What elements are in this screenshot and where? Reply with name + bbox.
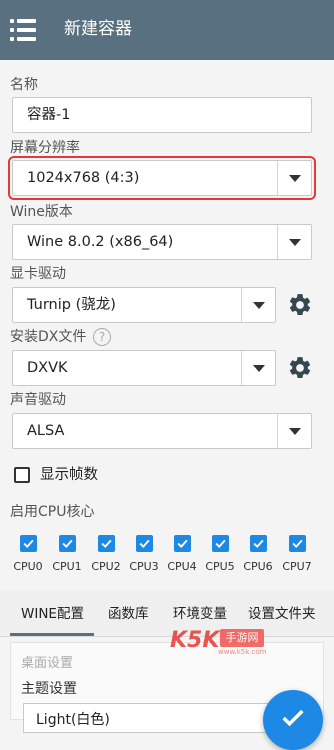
checkbox-checked-icon: [59, 535, 76, 552]
audio-driver-label: 声音驱动: [10, 392, 66, 408]
checkbox-checked-icon: [98, 535, 115, 552]
checkbox-checked-icon: [20, 535, 37, 552]
cpu-core-checkbox[interactable]: CPU0: [9, 535, 47, 579]
help-icon[interactable]: ?: [93, 328, 111, 346]
name-label: 名称: [10, 77, 38, 93]
cpu-core-list: CPU0 CPU1 CPU2 CPU3 CPU4 CPU5 CPU6 CPU7: [0, 535, 334, 580]
confirm-button[interactable]: [263, 690, 323, 750]
tab-settings-folder[interactable]: 设置文件夹: [248, 602, 316, 622]
wine-version-value: Wine 8.0.2 (x86_64): [27, 234, 174, 250]
cpu-core-checkbox[interactable]: CPU3: [125, 535, 163, 579]
checkbox-checked-icon: [174, 535, 191, 552]
checkbox-checked-icon: [250, 535, 267, 552]
tab-env-vars[interactable]: 环境变量: [173, 602, 227, 622]
audio-driver-value: ALSA: [27, 423, 65, 439]
chevron-down-icon: [277, 161, 311, 195]
name-value: 容器-1: [27, 107, 71, 123]
gear-icon[interactable]: [287, 355, 313, 381]
resolution-value: 1024x768 (4:3): [27, 170, 140, 186]
cpu-cores-label: 启用CPU核心: [10, 504, 95, 520]
dx-wrapper-label: 安装DX文件: [10, 329, 87, 345]
hamburger-menu-icon[interactable]: [10, 19, 36, 41]
chevron-down-icon: [277, 414, 311, 448]
checkbox-checked-icon: [136, 535, 153, 552]
app-bar: 新建容器: [0, 0, 334, 60]
app-title: 新建容器: [64, 19, 132, 39]
show-fps-label: 显示帧数: [40, 467, 98, 483]
cpu-core-checkbox[interactable]: CPU2: [87, 535, 125, 579]
tab-libraries[interactable]: 函数库: [108, 602, 149, 622]
tab-wine-config[interactable]: WINE配置: [21, 602, 84, 622]
check-icon: [282, 709, 304, 727]
checkbox-checked-icon: [212, 535, 229, 552]
checkbox-checked-icon: [289, 535, 306, 552]
wine-version-label: Wine版本: [10, 204, 73, 220]
cpu-core-checkbox[interactable]: CPU5: [201, 535, 239, 579]
resolution-select[interactable]: 1024x768 (4:3): [8, 156, 316, 200]
checkbox-icon: [14, 467, 30, 483]
cpu-core-checkbox[interactable]: CPU6: [239, 535, 277, 579]
graphics-driver-value: Turnip (骁龙): [27, 297, 116, 313]
resolution-label: 屏幕分辨率: [10, 140, 80, 156]
theme-value: Light(白色): [36, 712, 110, 728]
wine-version-select[interactable]: Wine 8.0.2 (x86_64): [12, 224, 312, 260]
audio-driver-select[interactable]: ALSA: [12, 413, 312, 449]
dx-wrapper-select[interactable]: DXVK: [12, 350, 276, 386]
active-tab-indicator: [10, 633, 94, 636]
cpu-core-checkbox[interactable]: CPU4: [163, 535, 201, 579]
gear-icon[interactable]: [287, 292, 313, 318]
chevron-down-icon: [241, 351, 275, 385]
cpu-core-checkbox[interactable]: CPU7: [278, 535, 316, 579]
dx-wrapper-value: DXVK: [27, 360, 68, 376]
name-input[interactable]: 容器-1: [12, 97, 312, 133]
desktop-settings-heading: 桌面设置: [21, 656, 74, 671]
chevron-down-icon: [241, 288, 275, 322]
settings-tab-bar: WINE配置 函数库 环境变量 设置文件夹: [0, 590, 334, 637]
chevron-down-icon: [277, 225, 311, 259]
watermark-logo: K5K 手游网 www.k5k.com: [170, 628, 267, 656]
graphics-driver-select[interactable]: Turnip (骁龙): [12, 287, 276, 323]
graphics-driver-label: 显卡驱动: [10, 266, 66, 282]
theme-select[interactable]: Light(白色): [23, 703, 273, 733]
cpu-core-checkbox[interactable]: CPU1: [48, 535, 86, 579]
theme-label: 主题设置: [21, 681, 77, 697]
